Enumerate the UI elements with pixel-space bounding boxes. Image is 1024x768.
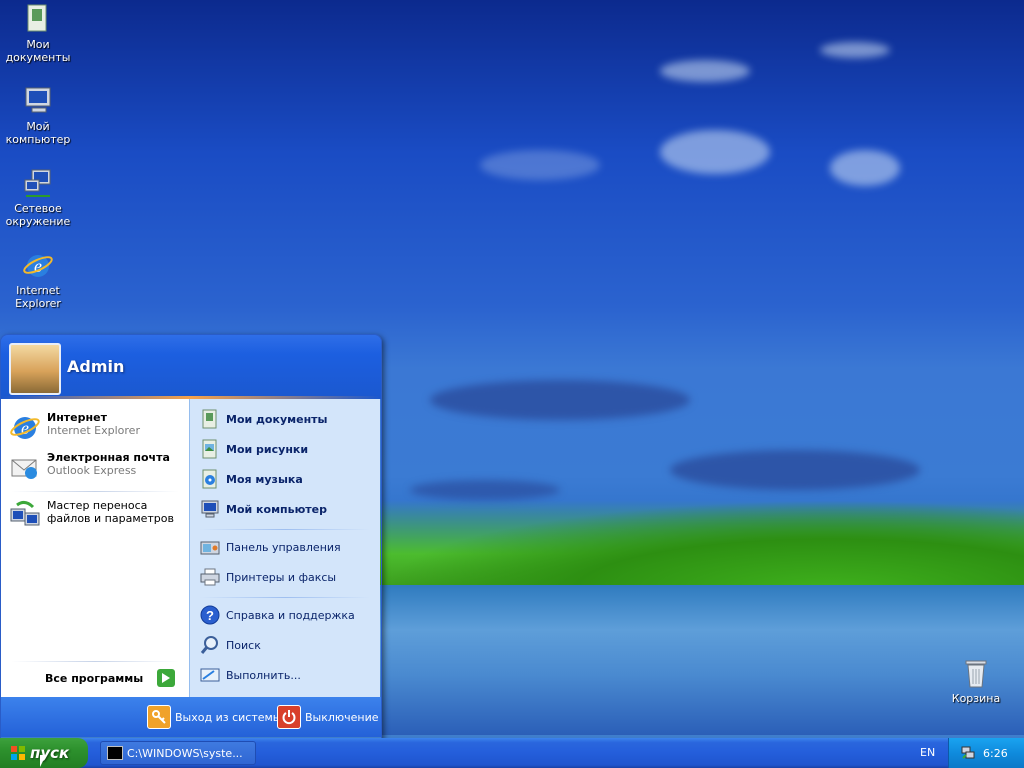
start-menu-right-pane: Мои документы Мои рисунки Моя музыка Мой… xyxy=(189,399,380,697)
key-icon xyxy=(147,705,171,729)
internet-explorer-icon: e xyxy=(21,248,55,282)
recent-item-transfer-wizard[interactable]: Мастер переноса файлов и параметров xyxy=(9,499,187,531)
all-programs-button[interactable]: Все программы xyxy=(45,669,176,687)
help-icon: ? xyxy=(200,605,220,625)
taskbar: пуск C:\WINDOWS\syste... EN 6:26 xyxy=(0,738,1024,768)
power-icon xyxy=(277,705,301,729)
menu-item-search[interactable]: Поиск xyxy=(200,635,261,655)
windows-flag-icon xyxy=(11,746,25,760)
menu-item-my-music[interactable]: Моя музыка xyxy=(200,469,303,489)
menu-item-label: Мои рисунки xyxy=(226,442,309,456)
my-computer-icon xyxy=(200,499,220,519)
menu-item-label: Принтеры и факсы xyxy=(226,570,337,584)
start-menu-header: Admin xyxy=(1,335,381,399)
menu-item-label: Мой компьютер xyxy=(226,502,328,516)
menu-item-run[interactable]: Выполнить... xyxy=(200,665,301,685)
search-icon xyxy=(200,635,220,655)
recycle-bin-icon xyxy=(959,656,993,690)
start-menu-left-pane: e Интернет Internet Explorer Электронная… xyxy=(1,399,189,697)
menu-item-label: Выполнить... xyxy=(226,668,301,682)
separator xyxy=(200,597,370,598)
system-tray: 6:26 xyxy=(948,738,1024,768)
desktop-icon-label: Мой компьютер xyxy=(5,120,71,146)
my-computer-icon xyxy=(21,84,55,118)
desktop-icon-my-computer[interactable]: Мой компьютер xyxy=(0,84,76,146)
internet-explorer-icon: e xyxy=(9,411,41,443)
desktop-icon-label: Сетевое окружение xyxy=(5,202,71,228)
network-tray-icon[interactable] xyxy=(961,746,975,760)
desktop-icon-label: Мои документы xyxy=(5,38,71,64)
desktop-icon-internet-explorer[interactable]: e Internet Explorer xyxy=(0,248,76,310)
menu-item-my-pictures[interactable]: Мои рисунки xyxy=(200,439,308,459)
desktop-icon-label: Internet Explorer xyxy=(15,284,61,310)
clock[interactable]: 6:26 xyxy=(983,747,1008,760)
outlook-express-icon xyxy=(9,451,41,483)
run-icon xyxy=(200,665,220,685)
user-name: Admin xyxy=(67,357,125,376)
pinned-item-subtitle: Internet Explorer xyxy=(47,424,140,437)
network-places-icon xyxy=(21,166,55,200)
menu-item-control-panel[interactable]: Панель управления xyxy=(200,537,341,557)
menu-item-my-documents[interactable]: Мои документы xyxy=(200,409,328,429)
menu-item-label: Мои документы xyxy=(226,412,328,426)
command-prompt-icon xyxy=(107,746,123,760)
menu-item-help[interactable]: ? Справка и поддержка xyxy=(200,605,355,625)
all-programs-label: Все программы xyxy=(45,671,144,685)
pinned-item-email[interactable]: Электронная почта Outlook Express xyxy=(9,451,170,483)
desktop-icon-label: Корзина xyxy=(951,692,1001,705)
my-pictures-icon xyxy=(200,439,220,459)
transfer-wizard-icon xyxy=(9,499,41,531)
desktop-icon-network[interactable]: Сетевое окружение xyxy=(0,166,76,228)
mouse-cursor xyxy=(40,755,46,767)
my-music-icon xyxy=(200,469,220,489)
menu-item-label: Поиск xyxy=(226,638,261,652)
pinned-item-subtitle: Outlook Express xyxy=(47,464,137,477)
separator xyxy=(11,491,179,492)
pinned-item-title: Электронная почта xyxy=(47,451,170,464)
desktop-icon-recycle-bin[interactable]: Корзина xyxy=(938,656,1014,705)
shutdown-button[interactable]: Выключение xyxy=(277,705,379,729)
printers-icon xyxy=(200,567,220,587)
separator xyxy=(200,529,370,530)
menu-item-label: Справка и поддержка xyxy=(226,608,355,622)
control-panel-icon xyxy=(200,537,220,557)
shutdown-label: Выключение xyxy=(305,710,379,724)
logoff-button[interactable]: Выход из системы xyxy=(147,705,281,729)
taskbar-button-label: C:\WINDOWS\syste... xyxy=(127,746,243,760)
svg-text:?: ? xyxy=(206,608,214,623)
menu-item-label: Моя музыка xyxy=(226,472,303,486)
start-menu-footer: Выход из системы Выключение xyxy=(1,697,381,737)
my-documents-icon xyxy=(21,2,55,36)
arrow-right-icon xyxy=(157,669,176,687)
menu-item-label: Панель управления xyxy=(226,540,341,554)
user-avatar[interactable] xyxy=(9,343,61,395)
separator xyxy=(11,661,179,662)
pinned-item-internet[interactable]: e Интернет Internet Explorer xyxy=(9,411,140,443)
logoff-label: Выход из системы xyxy=(175,710,282,724)
desktop-icon-my-documents[interactable]: Мои документы xyxy=(0,2,76,64)
pinned-item-title: Интернет xyxy=(47,411,107,424)
start-menu: Admin e Интернет Internet Explorer Элект… xyxy=(0,334,382,740)
menu-item-my-computer[interactable]: Мой компьютер xyxy=(200,499,327,519)
taskbar-button-cmd[interactable]: C:\WINDOWS\syste... xyxy=(100,741,256,765)
recent-item-title: Мастер переноса файлов и параметров xyxy=(47,499,175,525)
start-label: пуск xyxy=(30,744,70,762)
my-documents-icon xyxy=(200,409,220,429)
menu-item-printers[interactable]: Принтеры и факсы xyxy=(200,567,336,587)
language-indicator[interactable]: EN xyxy=(920,746,935,759)
